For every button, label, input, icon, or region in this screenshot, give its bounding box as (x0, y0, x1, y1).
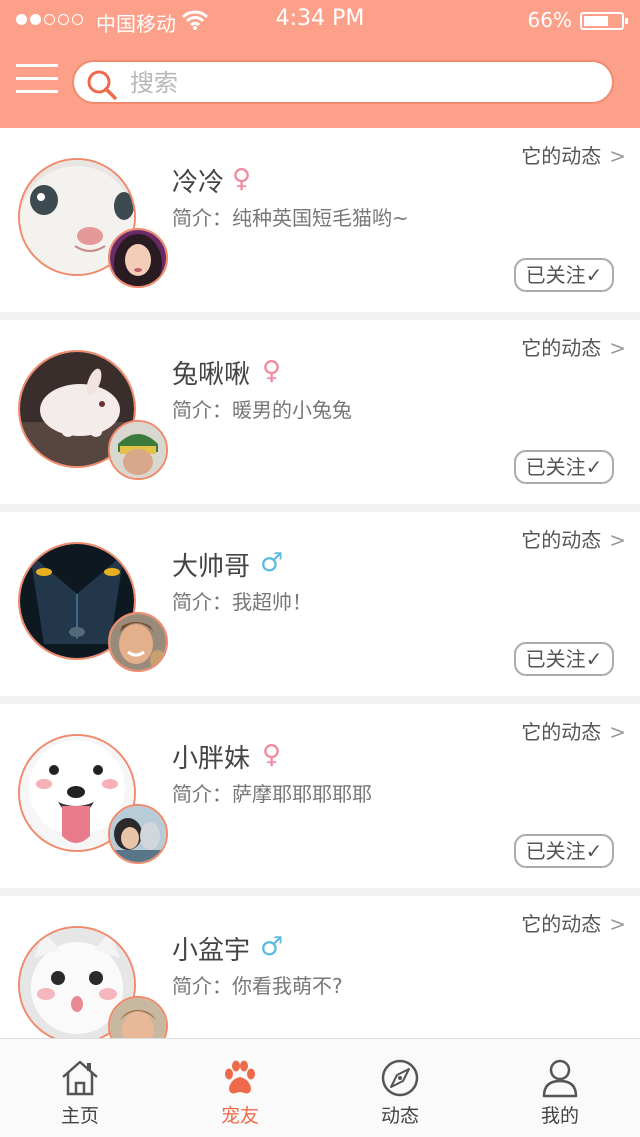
pet-name: 大帅哥 (172, 552, 251, 582)
moments-label: 它的动态 (521, 144, 602, 168)
status-bar: 中国移动 4:34 PM 66% (0, 0, 640, 40)
pet-card[interactable]: 大帅哥 ♂ 简介：我超帅！ 它的动态 > 已关注✓ (0, 512, 640, 696)
user-icon (542, 1059, 578, 1098)
search-icon (87, 70, 117, 100)
pet-intro: 简介：暖男的小兔兔 (172, 398, 352, 422)
header: 中国移动 4:34 PM 66% (0, 0, 640, 128)
moments-label: 它的动态 (521, 720, 602, 744)
female-icon: ♀ (262, 740, 282, 770)
tab-label: 主页 (60, 1105, 99, 1127)
pet-name: 冷冷 (172, 168, 225, 198)
follow-button[interactable]: 已关注✓ (514, 258, 614, 292)
follow-button[interactable]: 已关注✓ (514, 450, 614, 484)
battery-percent: 66% (527, 8, 572, 32)
pet-moments-link[interactable]: 它的动态 > (521, 524, 626, 553)
moments-label: 它的动态 (521, 912, 602, 936)
female-icon: ♀ (262, 356, 282, 386)
pet-intro: 简介：纯种英国短毛猫哟~ (172, 206, 409, 230)
pet-card[interactable]: 小胖妹 ♀ 简介：萨摩耶耶耶耶耶 它的动态 > 已关注✓ (0, 704, 640, 888)
male-icon: ♂ (260, 932, 284, 962)
follow-button[interactable]: 已关注✓ (514, 834, 614, 868)
pet-moments-link[interactable]: 它的动态 > (521, 332, 626, 361)
owner-avatar[interactable] (108, 612, 168, 672)
moments-label: 它的动态 (521, 336, 602, 360)
search-input[interactable] (128, 66, 592, 100)
pet-intro: 简介：我超帅！ (172, 590, 312, 614)
battery-icon (580, 12, 628, 30)
pet-name: 小盆宇 (172, 936, 251, 966)
pet-card[interactable]: 小盆宇 ♂ 简介：你看我萌不? 它的动态 > (0, 896, 640, 1038)
owner-avatar[interactable] (108, 420, 168, 480)
chevron-right-icon: > (609, 336, 626, 360)
pet-name: 兔啾啾 (172, 360, 251, 390)
moments-label: 它的动态 (521, 528, 602, 552)
tab-label: 我的 (540, 1105, 579, 1127)
pet-list: 冷冷 ♀ 简介：纯种英国短毛猫哟~ 它的动态 > 已关注✓ 兔啾啾 ♀ 简介：暖… (0, 128, 640, 1038)
tab-label: 宠友 (220, 1105, 259, 1127)
pet-moments-link[interactable]: 它的动态 > (521, 140, 626, 169)
pet-card[interactable]: 兔啾啾 ♀ 简介：暖男的小兔兔 它的动态 > 已关注✓ (0, 320, 640, 504)
chevron-right-icon: > (609, 720, 626, 744)
pet-card[interactable]: 冷冷 ♀ 简介：纯种英国短毛猫哟~ 它的动态 > 已关注✓ (0, 128, 640, 312)
tab-pets[interactable]: 宠友 (160, 1039, 320, 1137)
pet-intro: 简介：萨摩耶耶耶耶耶 (172, 782, 372, 806)
owner-avatar[interactable] (108, 228, 168, 288)
pet-moments-link[interactable]: 它的动态 > (521, 908, 626, 937)
female-icon: ♀ (232, 164, 252, 194)
home-icon (62, 1060, 98, 1096)
tab-bar: 主页 宠友 动态 我的 (0, 1038, 640, 1137)
compass-icon (381, 1059, 419, 1097)
search-bar[interactable] (72, 60, 614, 104)
tab-home[interactable]: 主页 (0, 1039, 160, 1137)
tab-moments[interactable]: 动态 (320, 1039, 480, 1137)
chevron-right-icon: > (609, 912, 626, 936)
male-icon: ♂ (260, 548, 284, 578)
pet-name: 小胖妹 (172, 744, 251, 774)
tab-mine[interactable]: 我的 (480, 1039, 640, 1137)
pet-moments-link[interactable]: 它的动态 > (521, 716, 626, 745)
pet-intro: 简介：你看我萌不? (172, 974, 343, 998)
chevron-right-icon: > (609, 144, 626, 168)
paw-icon (225, 1060, 255, 1094)
tab-label: 动态 (380, 1105, 419, 1127)
menu-button[interactable] (16, 62, 58, 96)
owner-avatar[interactable] (108, 804, 168, 864)
follow-button[interactable]: 已关注✓ (514, 642, 614, 676)
chevron-right-icon: > (609, 528, 626, 552)
